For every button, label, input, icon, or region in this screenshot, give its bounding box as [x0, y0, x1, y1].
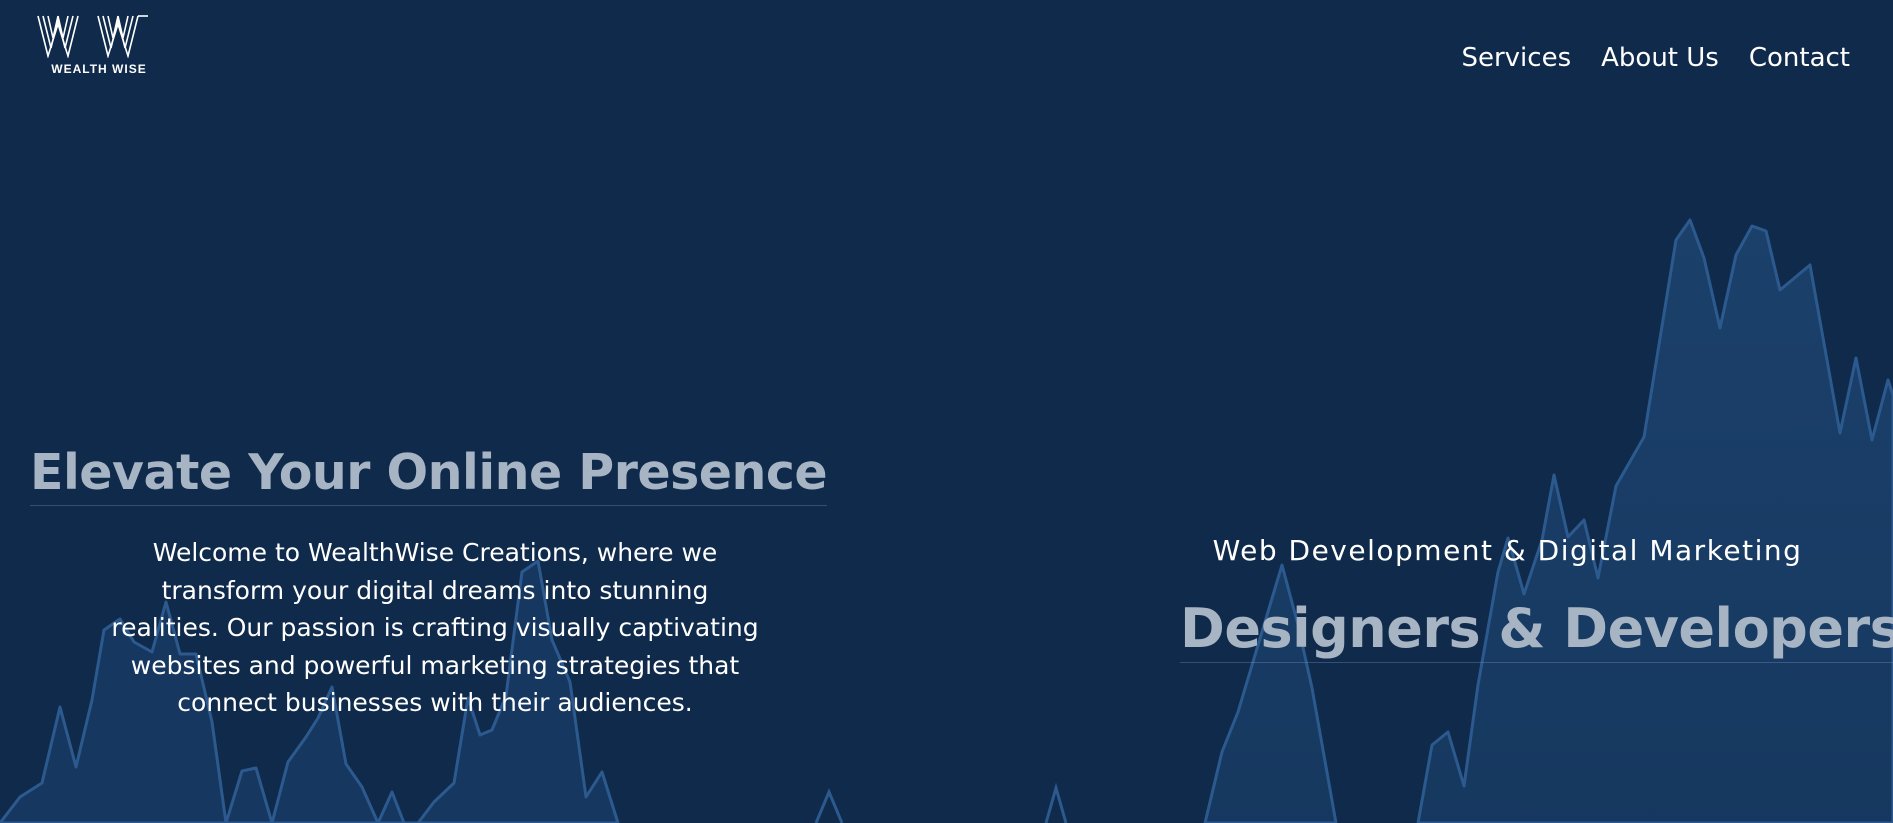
hero-title: Elevate Your Online Presence [30, 444, 828, 506]
hero-intro: Elevate Your Online Presence Welcome to … [30, 444, 828, 722]
nav-about-us[interactable]: About Us [1601, 43, 1719, 73]
hero-description: Welcome to WealthWise Creations, where w… [111, 538, 759, 717]
brand-logo[interactable]: WEALTH WISE [36, 14, 162, 76]
brand-name: WEALTH WISE [51, 62, 147, 76]
hero-subtitle: Web Development & Digital Marketing [1212, 534, 1803, 567]
double-w-logo-icon [37, 15, 148, 58]
chart-area-right [1203, 218, 1893, 823]
hero-services: Web Development & Digital Marketing Desi… [1180, 534, 1893, 663]
hero-tagline: Designers & Developers [1180, 597, 1893, 663]
chart-line-mid [814, 782, 1068, 823]
main-nav: Services About Us Contact [1461, 43, 1850, 73]
nav-services[interactable]: Services [1461, 43, 1571, 73]
nav-contact[interactable]: Contact [1749, 43, 1850, 73]
